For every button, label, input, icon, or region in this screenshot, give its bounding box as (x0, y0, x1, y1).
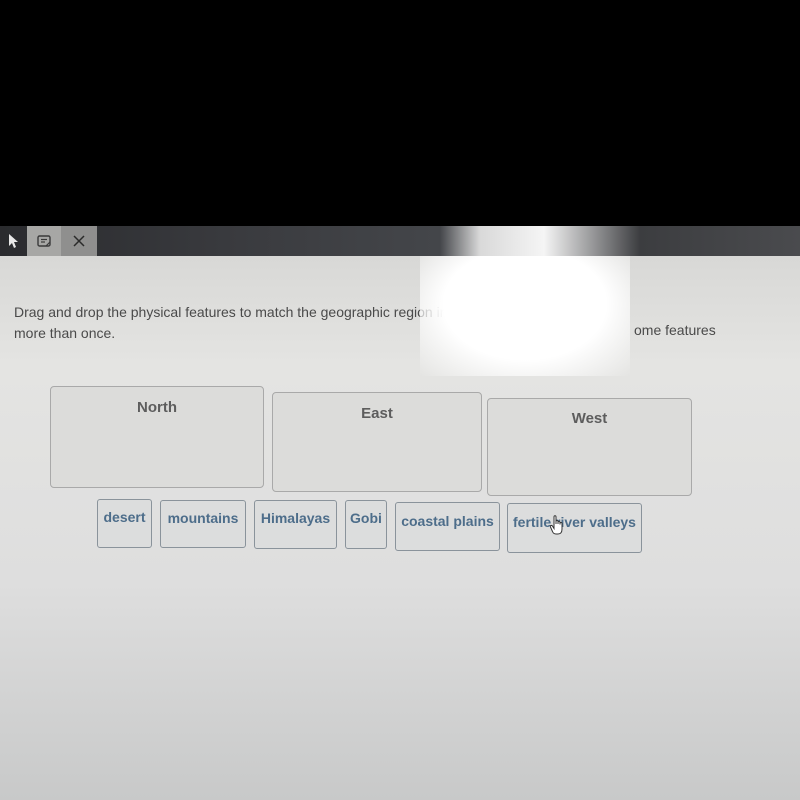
close-tool-button[interactable] (61, 226, 97, 256)
notes-icon (37, 235, 51, 247)
drop-zone-title: West (571, 410, 608, 427)
draggable-item-mountains[interactable]: mountains (160, 500, 246, 548)
drop-zone-west[interactable]: West (487, 398, 692, 496)
draggable-item-coastal-plains[interactable]: coastal plains (395, 502, 500, 551)
pointer-arrow-icon (9, 234, 18, 248)
draggable-item-fertile-river-valleys[interactable]: fertile river valleys (507, 503, 642, 553)
instructions-line-1: Drag and drop the physical features to m… (14, 304, 448, 320)
hand-cursor-icon (549, 515, 563, 535)
drop-zone-north[interactable]: North (50, 386, 264, 488)
pointer-tool-button[interactable] (0, 226, 26, 256)
close-icon (73, 235, 85, 247)
notes-tool-button[interactable] (27, 226, 61, 256)
draggable-item-himalayas[interactable]: Himalayas (254, 500, 337, 549)
drop-zone-title: East (361, 405, 393, 422)
screen-bezel (0, 0, 800, 226)
draggable-item-gobi[interactable]: Gobi (345, 500, 387, 549)
draggable-item-desert[interactable]: desert (97, 499, 152, 548)
drop-zone-title: North (137, 399, 177, 416)
toolbar (0, 226, 800, 256)
instructions-line-1-end: ome features (634, 322, 716, 338)
drop-zone-east[interactable]: East (272, 392, 482, 492)
